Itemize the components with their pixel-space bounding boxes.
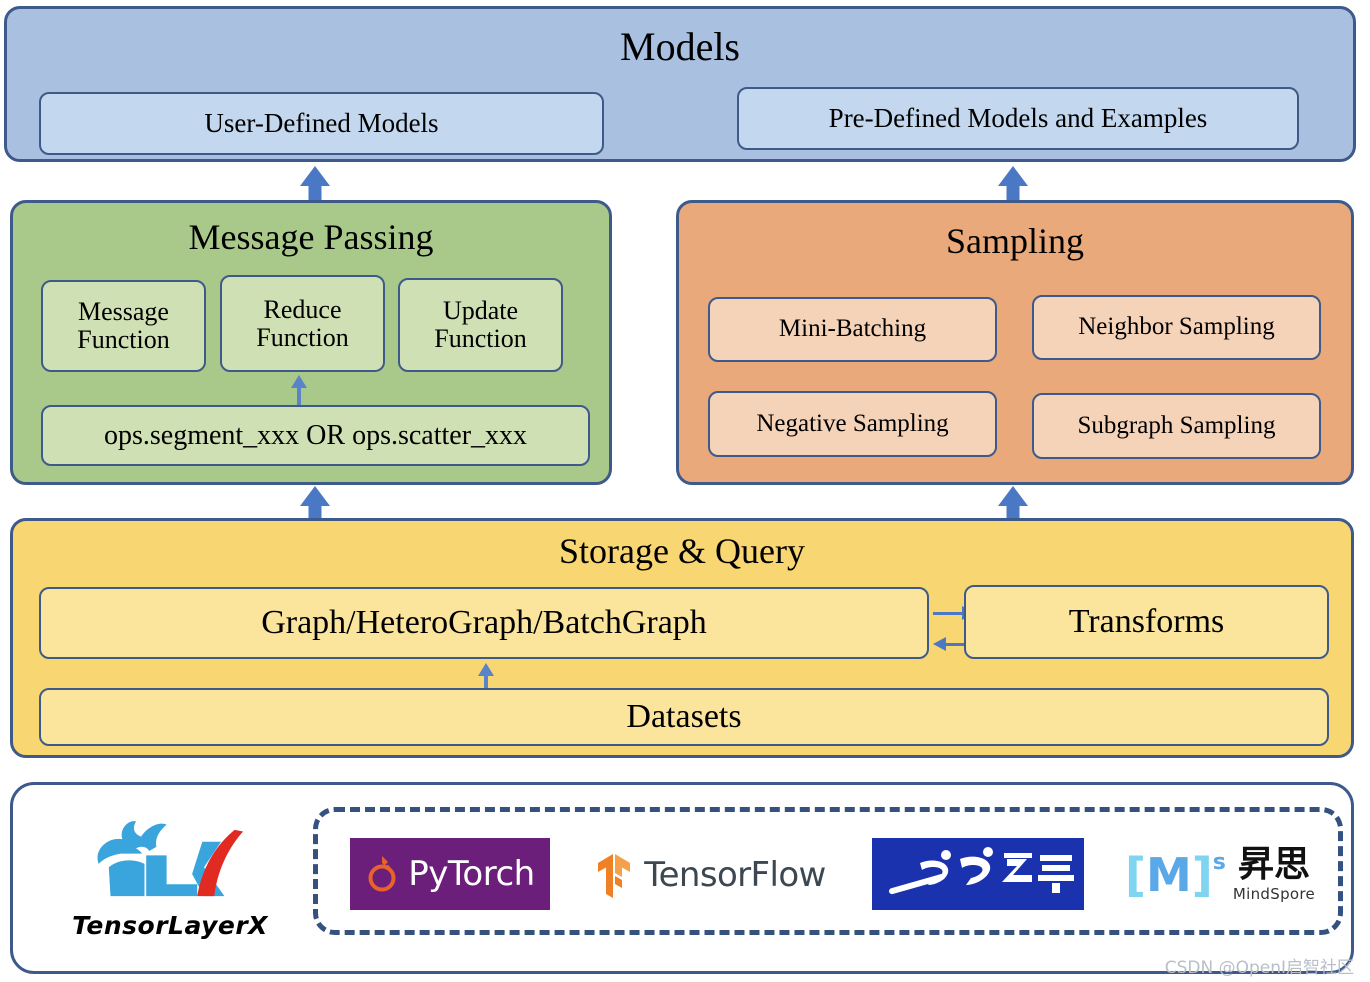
pytorch-flame-icon xyxy=(368,856,396,892)
update-function-line2: Function xyxy=(434,324,527,353)
graph-heterograph-batchgraph-box: Graph/HeteroGraph/BatchGraph xyxy=(39,587,929,659)
negative-sampling-box: Negative Sampling xyxy=(708,391,997,457)
message-function-box: Message Function xyxy=(41,280,206,372)
user-defined-models-box: User-Defined Models xyxy=(39,92,604,155)
update-function-box: Update Function xyxy=(398,278,563,372)
mindspore-logo-icon: [M] s xyxy=(1125,848,1226,902)
reduce-function-box: Reduce Function xyxy=(220,275,385,372)
tensorflow-logo: TensorFlow xyxy=(585,845,835,905)
tensorlayerx-logo-icon xyxy=(97,820,244,896)
mindspore-m: M xyxy=(1145,848,1192,902)
ops-segment-scatter-box: ops.segment_xxx OR ops.scatter_xxx xyxy=(41,405,590,466)
tensorflow-logo-icon xyxy=(598,854,631,898)
reduce-function-line1: Reduce xyxy=(263,294,342,324)
paddlepaddle-logo-icon xyxy=(888,847,1074,895)
arrow-message-passing-to-models xyxy=(300,166,330,200)
models-layer-panel: Models User-Defined Models Pre-Defined M… xyxy=(4,6,1356,162)
update-function-line1: Update xyxy=(442,296,519,326)
pytorch-logo: PyTorch xyxy=(350,838,550,910)
arrow-ops-to-reduce-function xyxy=(289,375,309,405)
mindspore-label-en: MindSpore xyxy=(1232,885,1316,903)
message-function-line1: Message xyxy=(78,297,169,327)
tensorlayerx-logo: TensorLayerX xyxy=(60,800,280,950)
sampling-layer-panel: Sampling Mini-Batching Neighbor Sampling… xyxy=(676,200,1354,485)
message-passing-layer-panel: Message Passing Message Function Reduce … xyxy=(10,200,612,485)
arrow-storage-to-message-passing xyxy=(300,486,330,520)
reduce-function-line2: Function xyxy=(256,322,349,352)
mindspore-label-cn: 昇思 xyxy=(1237,844,1310,885)
storage-query-layer-panel: Storage & Query Graph/HeteroGraph/BatchG… xyxy=(10,518,1354,758)
mindspore-superscript: s xyxy=(1212,850,1226,875)
pytorch-label: PyTorch xyxy=(408,854,535,894)
pre-defined-models-box: Pre-Defined Models and Examples xyxy=(737,87,1299,150)
message-function-line2: Function xyxy=(77,325,170,354)
subgraph-sampling-box: Subgraph Sampling xyxy=(1032,393,1321,459)
mini-batching-box: Mini-Batching xyxy=(708,297,997,362)
mindspore-bracket-right: ] xyxy=(1191,848,1213,902)
architecture-diagram: Models User-Defined Models Pre-Defined M… xyxy=(0,0,1370,982)
mindspore-logo: [M] s 昇思 MindSpore xyxy=(1120,838,1320,912)
models-layer-title: Models xyxy=(620,24,740,69)
arrow-storage-to-sampling xyxy=(998,486,1028,520)
datasets-box: Datasets xyxy=(39,688,1329,746)
mindspore-bracket-left: [ xyxy=(1124,848,1146,902)
csdn-watermark: CSDN @OpenI启智社区 xyxy=(1164,958,1354,978)
neighbor-sampling-box: Neighbor Sampling xyxy=(1032,295,1321,360)
message-passing-title: Message Passing xyxy=(188,217,434,257)
sampling-title: Sampling xyxy=(945,221,1084,261)
arrow-sampling-to-models xyxy=(998,166,1028,200)
tensorlayerx-label: TensorLayerX xyxy=(72,910,268,940)
transforms-box: Transforms xyxy=(964,585,1329,659)
tensorflow-label: TensorFlow xyxy=(644,855,826,895)
storage-query-title: Storage & Query xyxy=(559,531,805,571)
paddlepaddle-logo: 飞桨 xyxy=(872,838,1084,910)
mindspore-wordmark: 昇思 MindSpore xyxy=(1232,844,1316,904)
